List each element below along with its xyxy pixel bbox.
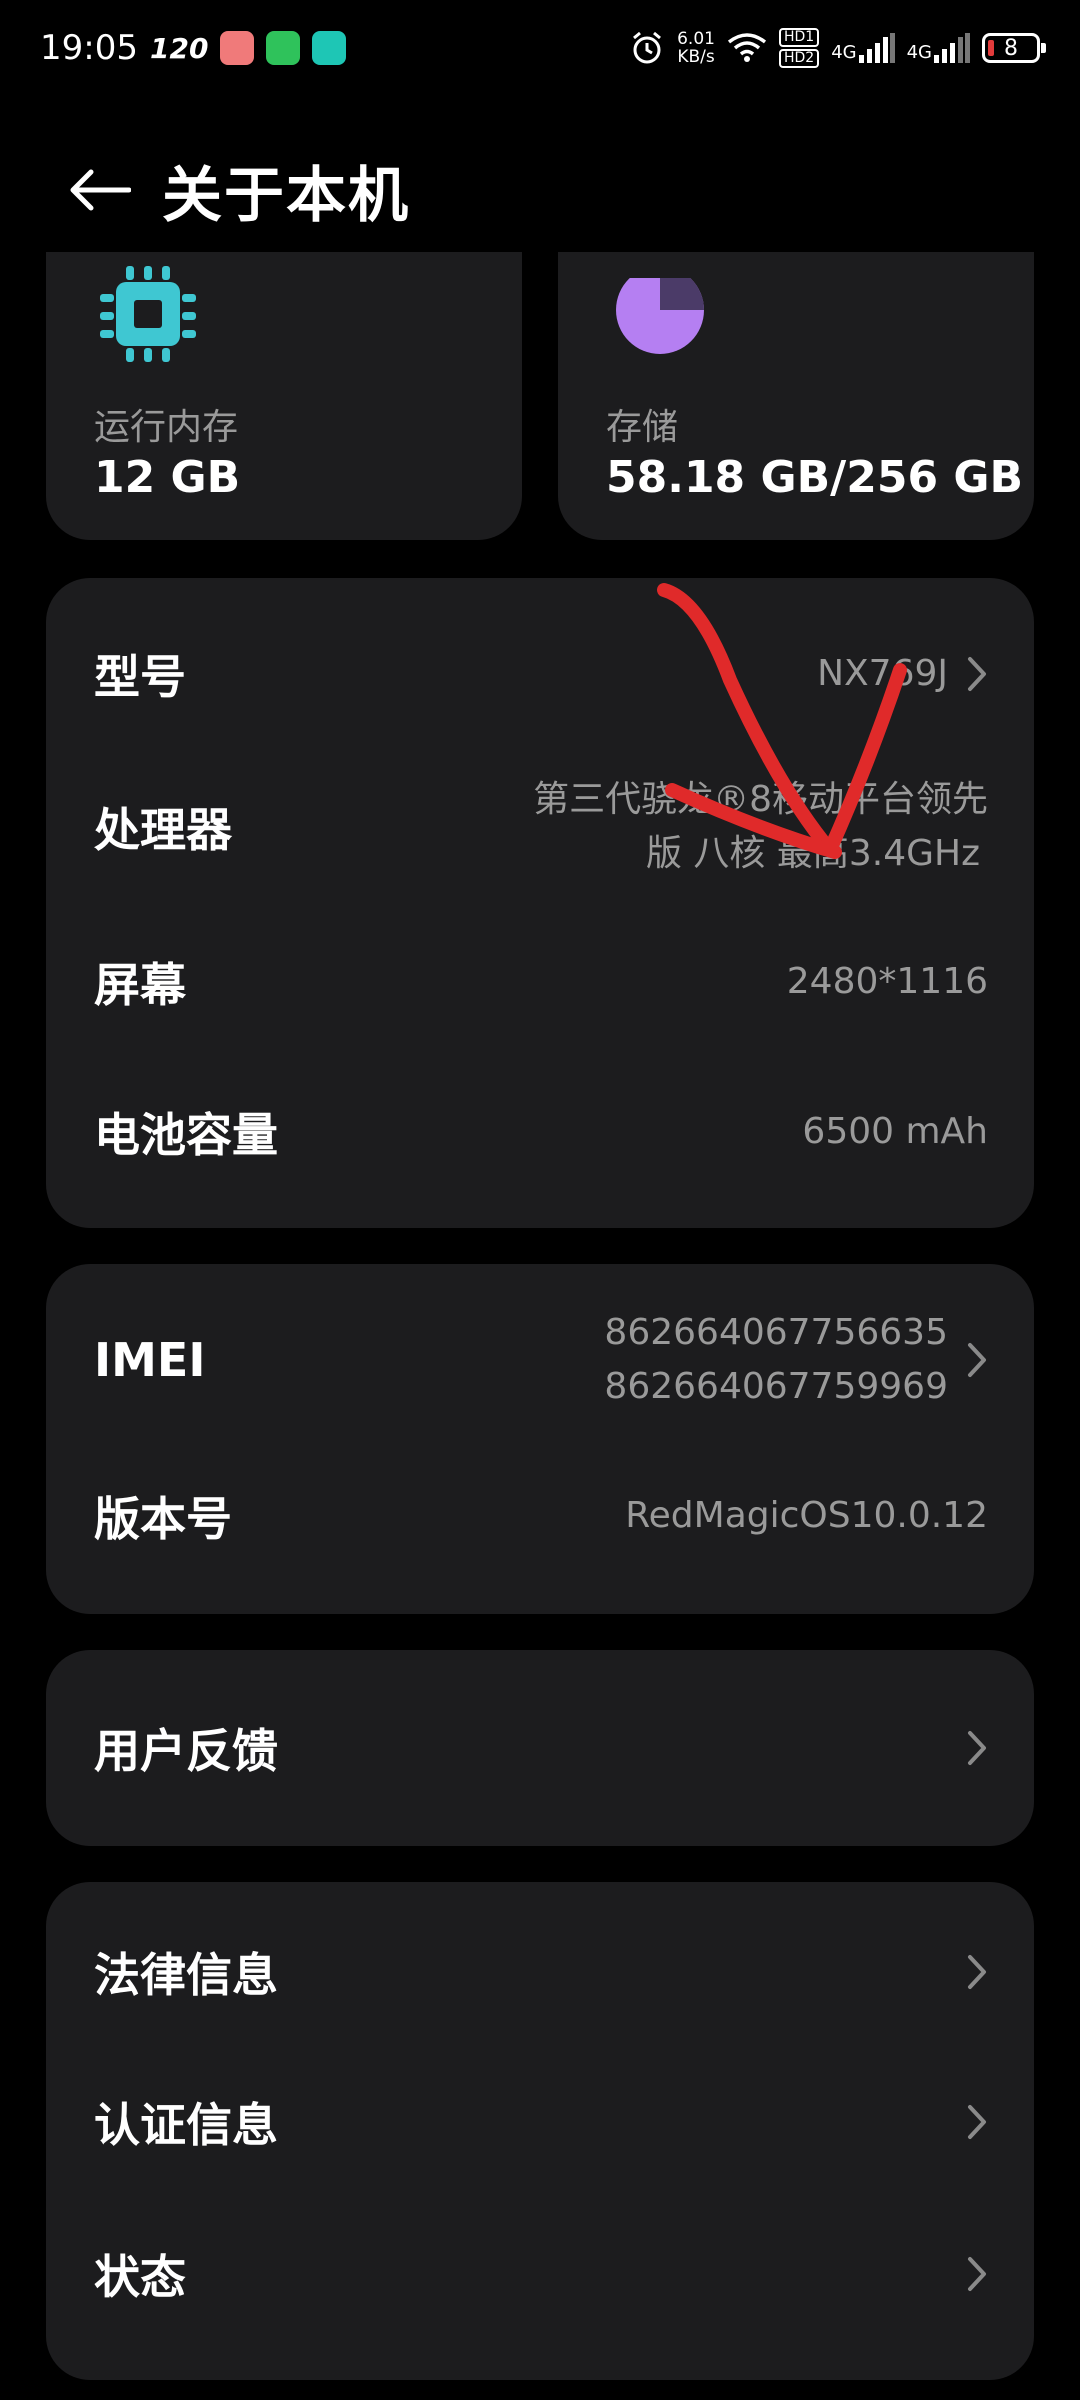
version-value: RedMagicOS10.0.12	[625, 1495, 988, 1536]
page-title: 关于本机	[162, 160, 410, 231]
battery-capacity-label: 电池容量	[94, 1108, 278, 1162]
memory-label: 运行内存	[94, 407, 239, 448]
processor-label: 处理器	[94, 803, 232, 857]
network-type-1: 4G	[831, 42, 857, 63]
device-info-card: 型号 NX769J 处理器 第三代骁龙®8移动平台领先 版 八核 最高3.4GH…	[46, 578, 1034, 1228]
memory-card: 运行内存 12 GB	[46, 252, 522, 540]
legal-info-row[interactable]: 法律信息	[46, 1912, 1034, 2032]
chevron-right-icon	[968, 2257, 986, 2291]
chip-icon	[100, 266, 196, 362]
battery-level: 8	[1004, 35, 1018, 61]
cellular-signal-1: 4G	[831, 33, 895, 63]
feedback-label: 用户反馈	[94, 1724, 278, 1778]
wifi-icon	[727, 33, 767, 62]
model-value: NX769J	[817, 653, 948, 694]
chevron-right-icon	[968, 1343, 986, 1377]
storage-card: 存储 58.18 GB/256 GB	[558, 252, 1034, 540]
battery-capacity-row: 电池容量 6500 mAh	[46, 1072, 1034, 1192]
wechat-icon	[266, 31, 301, 65]
status-bar: 19:05 120 6.01 KB/s HD1 HD2 4G 4G 8	[0, 0, 1080, 96]
signal-bars-icon	[858, 33, 895, 63]
taptap-icon	[312, 31, 347, 65]
chevron-right-icon	[968, 1955, 986, 1989]
screen-label: 屏幕	[94, 958, 186, 1012]
battery-capacity-value: 6500 mAh	[802, 1111, 988, 1152]
status-bar-left: 19:05 120	[40, 28, 347, 68]
chevron-right-icon	[968, 1731, 986, 1765]
notification-app-icon	[220, 31, 255, 65]
alarm-icon	[633, 31, 662, 64]
identity-card: IMEI 862664067756635 862664067759969 版本号…	[46, 1264, 1034, 1614]
network-speed-unit: KB/s	[677, 47, 715, 67]
imei-value: 862664067756635 862664067759969	[604, 1306, 948, 1414]
certification-row[interactable]: 认证信息	[46, 2062, 1034, 2182]
screen-row: 屏幕 2480*1116	[46, 922, 1034, 1042]
hd-indicators: HD1 HD2	[778, 28, 820, 68]
back-arrow-icon	[70, 169, 131, 211]
status-bar-right: 6.01 KB/s HD1 HD2 4G 4G 8	[629, 28, 1046, 68]
storage-value: 58.18 GB/256 GB	[606, 452, 1024, 503]
imei-row[interactable]: IMEI 862664067756635 862664067759969	[46, 1290, 1034, 1430]
hd2-badge: HD2	[778, 49, 820, 68]
chevron-right-icon	[968, 657, 986, 691]
processor-value-line2: 版 八核 最高3.4GHz	[645, 833, 980, 874]
hd1-badge: HD1	[778, 28, 820, 47]
back-button[interactable]	[50, 140, 150, 240]
legal-card: 法律信息 认证信息 状态	[46, 1882, 1034, 2380]
status-label: 状态	[94, 2250, 186, 2304]
signal-bars-icon	[934, 33, 970, 63]
status-row[interactable]: 状态	[46, 2214, 1034, 2334]
page-header: 关于本机	[0, 130, 1080, 250]
imei-label: IMEI	[94, 1333, 206, 1387]
imei-value-2: 862664067759969	[604, 1366, 948, 1407]
model-label: 型号	[94, 650, 186, 704]
processor-row: 处理器 第三代骁龙®8移动平台领先 版 八核 最高3.4GHz	[46, 752, 1034, 902]
network-type-2: 4G	[906, 42, 932, 63]
storage-label: 存储	[606, 407, 679, 448]
imei-value-1: 862664067756635	[604, 1312, 948, 1353]
version-label: 版本号	[94, 1492, 232, 1546]
network-speed: 6.01 KB/s	[677, 30, 715, 66]
cellular-signal-2: 4G	[907, 33, 970, 63]
network-speed-value: 6.01	[677, 29, 715, 49]
status-time: 19:05	[40, 28, 138, 68]
memory-value: 12 GB	[94, 452, 241, 503]
legal-info-label: 法律信息	[94, 1948, 278, 2002]
processor-value-line1: 第三代骁龙®8移动平台领先	[533, 779, 988, 820]
chevron-right-icon	[968, 2105, 986, 2139]
processor-value: 第三代骁龙®8移动平台领先 版 八核 最高3.4GHz	[533, 773, 988, 881]
feedback-row[interactable]: 用户反馈	[46, 1688, 1034, 1808]
battery-icon: 8	[982, 33, 1046, 63]
screen-value: 2480*1116	[786, 961, 988, 1002]
feedback-card: 用户反馈	[46, 1650, 1034, 1846]
refresh-rate: 120	[149, 31, 209, 65]
model-row[interactable]: 型号 NX769J	[46, 614, 1034, 734]
version-row[interactable]: 版本号 RedMagicOS10.0.12	[46, 1456, 1034, 1576]
certification-label: 认证信息	[94, 2098, 278, 2152]
storage-pie-icon	[610, 266, 710, 354]
